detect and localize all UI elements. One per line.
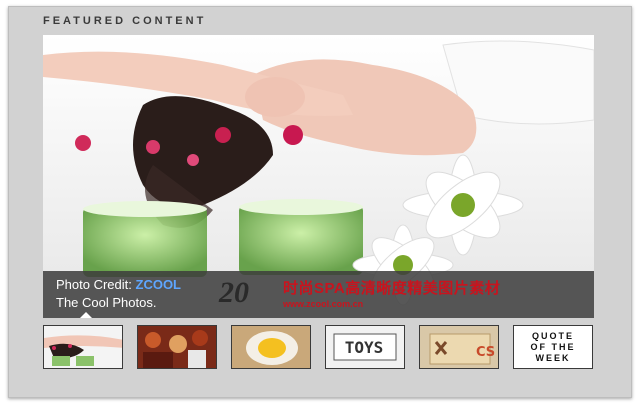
- photo-credit-label: Photo Credit:: [56, 277, 132, 292]
- watermark-url: www.zcool.com.cn: [283, 299, 364, 309]
- thumbnail-3[interactable]: [231, 325, 311, 369]
- quote-line-1: QUOTE: [531, 330, 574, 341]
- crowd-thumbnail: [138, 326, 216, 368]
- watermark-title: 时尚SPA高清晰度精美图片素材: [283, 280, 501, 297]
- thumbnail-strip: TOYS CS QUOTE OF THE WEEK: [43, 325, 594, 369]
- photo-credit-link[interactable]: ZCOOL: [136, 277, 182, 292]
- quote-line-3: WEEK: [535, 352, 571, 363]
- watermark-number: 20: [219, 276, 249, 309]
- featured-slide[interactable]: Photo Credit: ZCOOL The Cool Photos. 20 …: [43, 35, 594, 318]
- tag-cs-thumbnail: CS: [420, 326, 498, 368]
- svg-text:TOYS: TOYS: [345, 338, 384, 357]
- egg-plate-thumbnail: [232, 326, 310, 368]
- section-title: FEATURED CONTENT: [43, 15, 207, 27]
- thumbnail-2[interactable]: [137, 325, 217, 369]
- photo-credit: Photo Credit: ZCOOL: [56, 277, 181, 292]
- svg-text:CS: CS: [476, 345, 495, 360]
- spa-woman-thumbnail: [44, 326, 122, 368]
- toys-letters-thumbnail: TOYS: [326, 326, 404, 368]
- thumbnail-1[interactable]: [43, 325, 123, 369]
- slide-subtitle: The Cool Photos.: [56, 295, 157, 310]
- caption-bar: Photo Credit: ZCOOL The Cool Photos. 20 …: [43, 271, 594, 318]
- thumbnail-5[interactable]: CS: [419, 325, 499, 369]
- quote-line-2: OF THE: [530, 341, 576, 352]
- thumbnail-6[interactable]: QUOTE OF THE WEEK: [513, 325, 593, 369]
- thumbnail-4[interactable]: TOYS: [325, 325, 405, 369]
- active-thumb-pointer: [80, 312, 92, 318]
